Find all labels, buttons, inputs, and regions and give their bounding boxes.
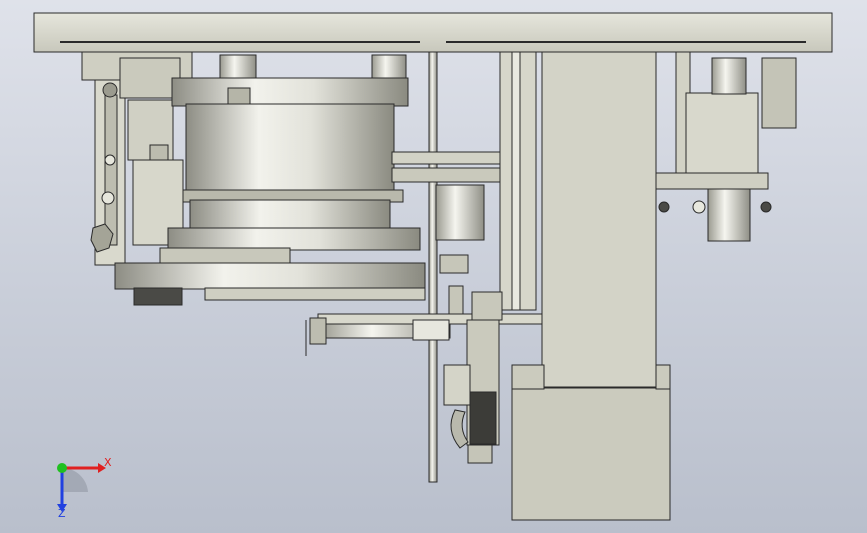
coordinate-triad: X Z (40, 448, 120, 520)
triad-shadow (62, 467, 88, 492)
main-cylinder-cap (171, 77, 409, 107)
cad-graphics-viewport[interactable]: X Z (0, 0, 867, 533)
z-axis-label: Z (58, 507, 66, 518)
base-block (511, 387, 671, 521)
central-column (541, 51, 657, 388)
base-flange (114, 262, 426, 290)
assembly-model[interactable] (0, 0, 867, 533)
axis-triad-graphic: X Z (57, 456, 112, 520)
vertical-guide-rod (428, 51, 438, 483)
right-housing (685, 92, 759, 174)
main-cylinder-body (185, 103, 395, 193)
x-axis-label: X (104, 456, 112, 469)
top-frame-beam (33, 12, 833, 53)
